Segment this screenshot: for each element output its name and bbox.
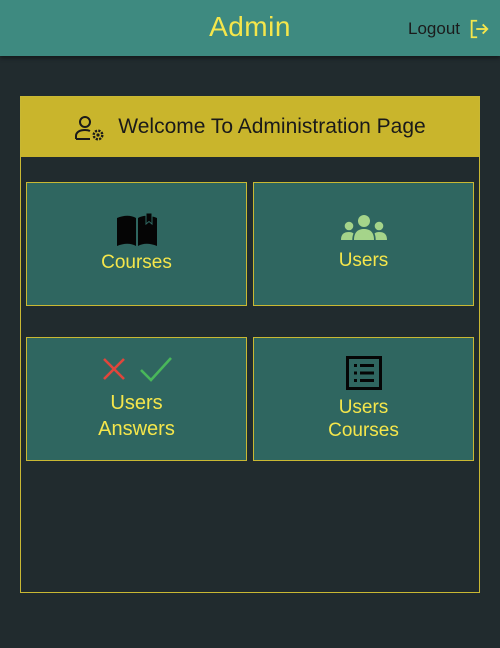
people-group-icon [340,215,387,240]
panel-header: Welcome To Administration Page [21,97,479,157]
users-courses-label-line1: Users [338,397,389,418]
panel-title: Welcome To Administration Page [118,115,426,138]
users-courses-label-line2: Courses [328,420,399,441]
admin-panel: Welcome To Administration Page Courses U… [20,96,480,593]
users-tile-label: Users [338,250,389,271]
admin-user-gear-icon [75,116,104,141]
users-courses-tile[interactable]: Users Courses [253,337,474,461]
top-app-bar: Admin Logout [0,0,500,56]
logout-button[interactable]: Logout [408,17,490,41]
users-answers-tile[interactable]: Users Answers [26,337,247,461]
users-answers-tile-label: Users Answers [98,390,175,442]
logout-icon [470,19,489,39]
users-answers-label-line1: Users [110,392,163,414]
users-answers-label-line2: Answers [98,418,175,440]
cross-check-icon [102,357,172,382]
users-courses-tile-label: Users Courses [328,396,399,442]
list-icon [345,356,382,390]
users-tile[interactable]: Users [253,182,474,306]
book-icon [116,212,157,246]
logout-label: Logout [408,19,460,38]
courses-tile[interactable]: Courses [26,182,247,306]
courses-tile-label: Courses [101,252,172,273]
